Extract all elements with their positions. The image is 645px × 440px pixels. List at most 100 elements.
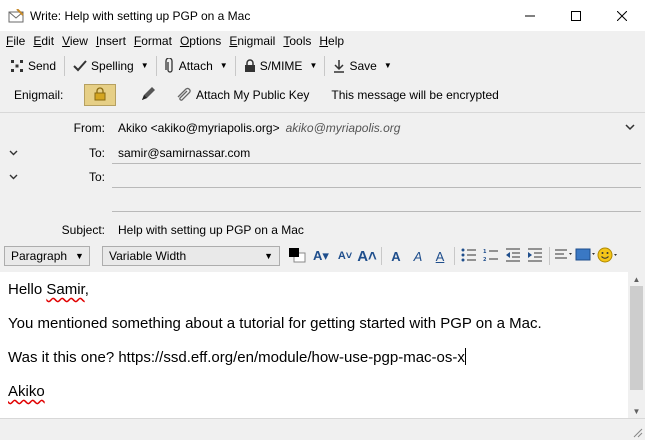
resize-grip-icon[interactable]	[631, 426, 643, 438]
attach-button[interactable]: Attach	[161, 55, 217, 77]
smime-button[interactable]: S/MIME	[240, 55, 307, 77]
minimize-icon	[525, 15, 535, 16]
bold-icon: A	[391, 248, 401, 264]
font-size-button[interactable]: A▾	[308, 246, 334, 266]
menu-item-2[interactable]: View	[60, 34, 94, 48]
to-label-2: To:	[88, 170, 105, 184]
format-toolbar: Paragraph ▼ Variable Width ▼ A▾ A˅ A˄ A …	[0, 244, 645, 268]
scrollbar-thumb[interactable]	[630, 286, 643, 390]
header-divider	[0, 112, 645, 113]
smaller-font-button[interactable]: A˅	[334, 246, 356, 266]
text-color-button[interactable]	[286, 246, 308, 266]
underline-button[interactable]: A	[429, 246, 451, 266]
maximize-button[interactable]	[553, 0, 599, 31]
smaller-font-icon: A˅	[337, 250, 353, 262]
font-select[interactable]: Variable Width ▼	[102, 246, 280, 266]
menu-item-5[interactable]: Options	[178, 34, 227, 48]
larger-font-icon: A˄	[357, 247, 377, 265]
title-bar: Write: Help with setting up PGP on a Mac	[0, 0, 645, 31]
menu-item-6[interactable]: Enigmail	[227, 34, 281, 48]
align-button[interactable]	[553, 246, 575, 266]
signature-name: Akiko	[8, 383, 45, 400]
spelling-label: Spelling	[91, 58, 134, 73]
from-select[interactable]: Akiko <akiko@myriapolis.org> akiko@myriap…	[118, 121, 400, 135]
outdent-button[interactable]	[502, 246, 524, 266]
to-row-2: To:	[0, 166, 645, 188]
from-identity: akiko@myriapolis.org	[285, 121, 401, 135]
menu-item-1[interactable]: Edit	[31, 34, 60, 48]
larger-font-button[interactable]: A˄	[356, 246, 378, 266]
indent-button[interactable]	[524, 246, 546, 266]
paragraph-format-select[interactable]: Paragraph ▼	[4, 246, 90, 266]
save-button[interactable]: Save	[329, 55, 380, 77]
enigmail-bar: Enigmail: Attach My Public Key This mess…	[0, 82, 645, 108]
enigmail-label: Enigmail:	[14, 88, 64, 102]
menu-item-8[interactable]: Help	[317, 34, 350, 48]
spelling-dropdown[interactable]: ▼	[138, 55, 152, 77]
font-size-icon: A▾	[313, 248, 329, 263]
save-dropdown[interactable]: ▼	[381, 55, 395, 77]
body-line-2: Was it this one? https://ssd.eff.org/en/…	[8, 349, 465, 366]
text-color-icon	[288, 247, 306, 266]
bullet-list-icon	[461, 248, 477, 265]
emoji-button[interactable]	[597, 246, 619, 266]
greeting-word: Hello	[8, 281, 43, 298]
spelling-button[interactable]: Spelling	[69, 55, 138, 77]
checkmark-icon	[73, 59, 87, 72]
smime-dropdown[interactable]: ▼	[306, 55, 320, 77]
menu-item-4[interactable]: Format	[132, 34, 178, 48]
chevron-down-icon: ▼	[140, 61, 149, 70]
format-separator	[454, 247, 455, 265]
message-body-editor[interactable]: Hello Samir, You mentioned something abo…	[0, 272, 628, 418]
font-value: Variable Width	[109, 249, 187, 263]
italic-button[interactable]: A	[407, 246, 429, 266]
bullet-list-button[interactable]	[458, 246, 480, 266]
to-input[interactable]: samir@samirnassar.com	[118, 146, 250, 160]
to-label: To:	[88, 146, 105, 160]
send-label: Send	[28, 58, 57, 73]
toolbar-separator	[324, 55, 326, 76]
subject-input[interactable]: Help with setting up PGP on a Mac	[118, 223, 304, 237]
numbered-list-button[interactable]: 12	[480, 246, 502, 266]
toolbar-separator	[155, 55, 157, 76]
from-chevron-down-icon[interactable]	[625, 123, 635, 134]
scroll-down-arrow-icon[interactable]: ▼	[628, 404, 645, 418]
close-icon	[617, 10, 627, 21]
send-button[interactable]: Send	[6, 55, 60, 77]
recipient-type-chevron-down-icon[interactable]	[6, 170, 20, 184]
to-underline	[112, 163, 641, 164]
window-title: Write: Help with setting up PGP on a Mac	[30, 8, 251, 23]
from-address: Akiko <akiko@myriapolis.org>	[118, 121, 280, 135]
chevron-down-icon: ▼	[264, 251, 273, 261]
chevron-down-icon: ▼	[383, 61, 392, 70]
attach-public-key-button[interactable]: Attach My Public Key	[176, 87, 309, 104]
body-scrollbar[interactable]: ▲ ▼	[628, 272, 645, 418]
format-separator	[549, 247, 550, 265]
encrypt-toggle[interactable]	[84, 84, 116, 106]
toolbar-separator	[64, 55, 66, 76]
bold-button[interactable]: A	[385, 246, 407, 266]
scroll-up-arrow-icon[interactable]: ▲	[628, 272, 645, 286]
key-paperclip-icon	[176, 87, 192, 104]
menu-item-7[interactable]: Tools	[281, 34, 317, 48]
attach-dropdown[interactable]: ▼	[217, 55, 231, 77]
menu-item-3[interactable]: Insert	[94, 34, 132, 48]
save-arrow-icon	[333, 59, 345, 73]
recipient-type-chevron-down-icon[interactable]	[6, 146, 20, 160]
smime-label: S/MIME	[259, 58, 303, 73]
chevron-down-icon: ▼	[75, 251, 84, 261]
close-button[interactable]	[599, 0, 645, 31]
compose-toolbar: Send Spelling ▼ Attach ▼ S/MIME ▼ Save ▼	[0, 52, 645, 79]
menu-bar: File Edit View Insert Format Options Enigmail T…	[0, 31, 645, 51]
misspelled-greeting-name: Samir	[46, 281, 85, 298]
menu-item-0[interactable]: File	[4, 34, 31, 48]
insert-button[interactable]	[575, 246, 597, 266]
save-label: Save	[349, 58, 377, 73]
attach-public-key-label: Attach My Public Key	[196, 88, 310, 102]
body-line-2-wrap: Was it this one? https://ssd.eff.org/en/…	[8, 348, 620, 368]
paperclip-icon	[165, 57, 175, 74]
to-row: To: samir@samirnassar.com	[0, 142, 645, 164]
attach-label: Attach	[178, 58, 213, 73]
minimize-button[interactable]	[507, 0, 553, 31]
sign-toggle[interactable]	[138, 85, 158, 106]
